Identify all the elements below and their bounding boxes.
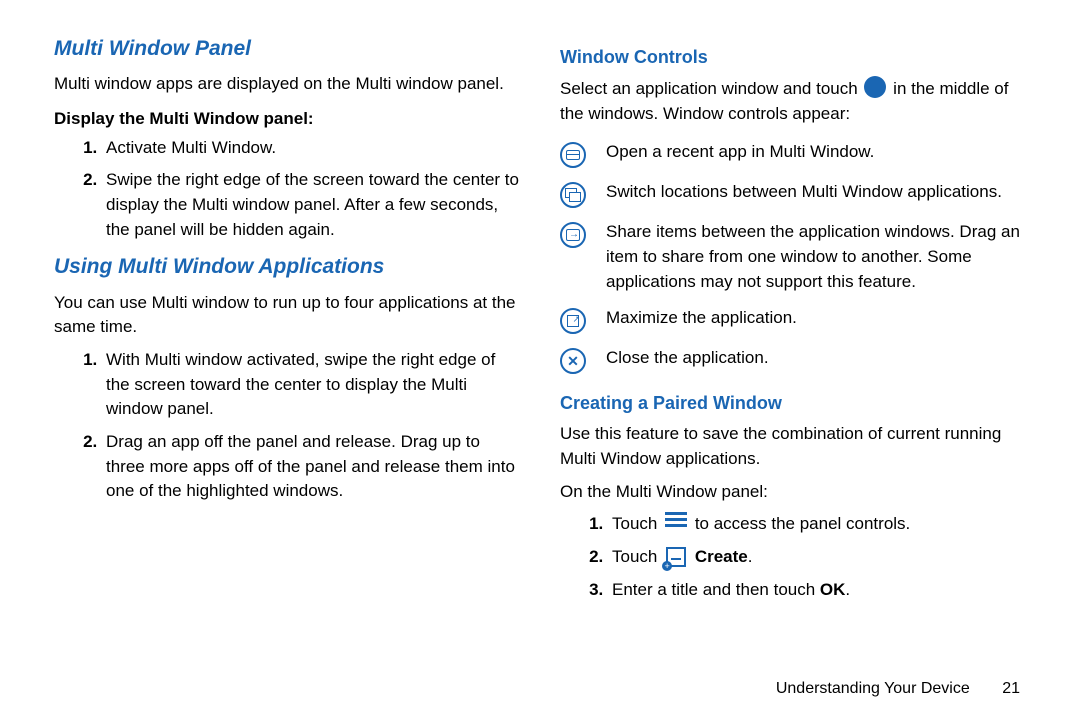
list-item: With Multi window activated, swipe the r… — [102, 348, 520, 422]
wc-item: Maximize the application. — [602, 300, 1026, 340]
pw2-pre: Touch — [612, 547, 662, 566]
list-item: Activate Multi Window. — [102, 136, 520, 161]
page-footer: Understanding Your Device 21 — [776, 680, 1020, 698]
page-number: 21 — [1002, 680, 1020, 697]
list-item: Drag an app off the panel and release. D… — [102, 430, 520, 504]
steps-using: With Multi window activated, swipe the r… — [54, 348, 520, 504]
window-controls-list: Open a recent app in Multi Window. Switc… — [560, 134, 1026, 380]
list-item: Touch to access the panel controls. — [608, 512, 1026, 537]
share-between-windows-icon — [560, 222, 586, 248]
wc-item: Open a recent app in Multi Window. — [602, 134, 1026, 174]
pw-intro2: On the Multi Window panel: — [560, 480, 1026, 505]
heading-multi-window-panel: Multi Window Panel — [54, 34, 520, 64]
pw3-post: . — [845, 580, 850, 599]
create-pair-icon: + — [666, 547, 686, 567]
intro-using: You can use Multi window to run up to fo… — [54, 291, 520, 340]
list-item: Swipe the right edge of the screen towar… — [102, 168, 520, 242]
wc-item: Share items between the application wind… — [602, 214, 1026, 300]
pw2-post: . — [748, 547, 753, 566]
steps-display-panel: Activate Multi Window. Swipe the right e… — [54, 136, 520, 243]
pw1-post: to access the panel controls. — [690, 514, 910, 533]
switch-windows-icon — [560, 182, 586, 208]
pw3-pre: Enter a title and then touch — [612, 580, 820, 599]
wc-intro-pre: Select an application window and touch — [560, 79, 862, 98]
wc-item: Close the application. — [602, 340, 1026, 380]
wc-item: Switch locations between Multi Window ap… — [602, 174, 1026, 214]
recent-app-icon — [560, 142, 586, 168]
footer-section-title: Understanding Your Device — [776, 680, 970, 697]
heading-paired-window: Creating a Paired Window — [560, 390, 1026, 416]
pw-intro: Use this feature to save the combination… — [560, 422, 1026, 471]
ok-label: OK — [820, 580, 846, 599]
list-item: Enter a title and then touch OK. — [608, 578, 1026, 603]
list-item: Touch + Create. — [608, 545, 1026, 570]
pw1-pre: Touch — [612, 514, 662, 533]
intro-mwp: Multi window apps are displayed on the M… — [54, 72, 520, 97]
maximize-icon — [560, 308, 586, 334]
handle-dot-icon — [864, 76, 886, 98]
close-icon: ✕ — [560, 348, 586, 374]
heading-window-controls: Window Controls — [560, 44, 1026, 70]
manual-page: Multi Window Panel Multi window apps are… — [0, 0, 1080, 720]
heading-using-mw-apps: Using Multi Window Applications — [54, 252, 520, 282]
wc-intro: Select an application window and touch i… — [560, 76, 1026, 126]
panel-menu-icon — [665, 512, 687, 530]
create-label: Create — [695, 547, 748, 566]
steps-paired: Touch to access the panel controls. Touc… — [560, 512, 1026, 602]
subhead-display-panel: Display the Multi Window panel: — [54, 107, 520, 132]
right-column: Window Controls Select an application wi… — [560, 34, 1026, 720]
left-column: Multi Window Panel Multi window apps are… — [54, 34, 520, 720]
